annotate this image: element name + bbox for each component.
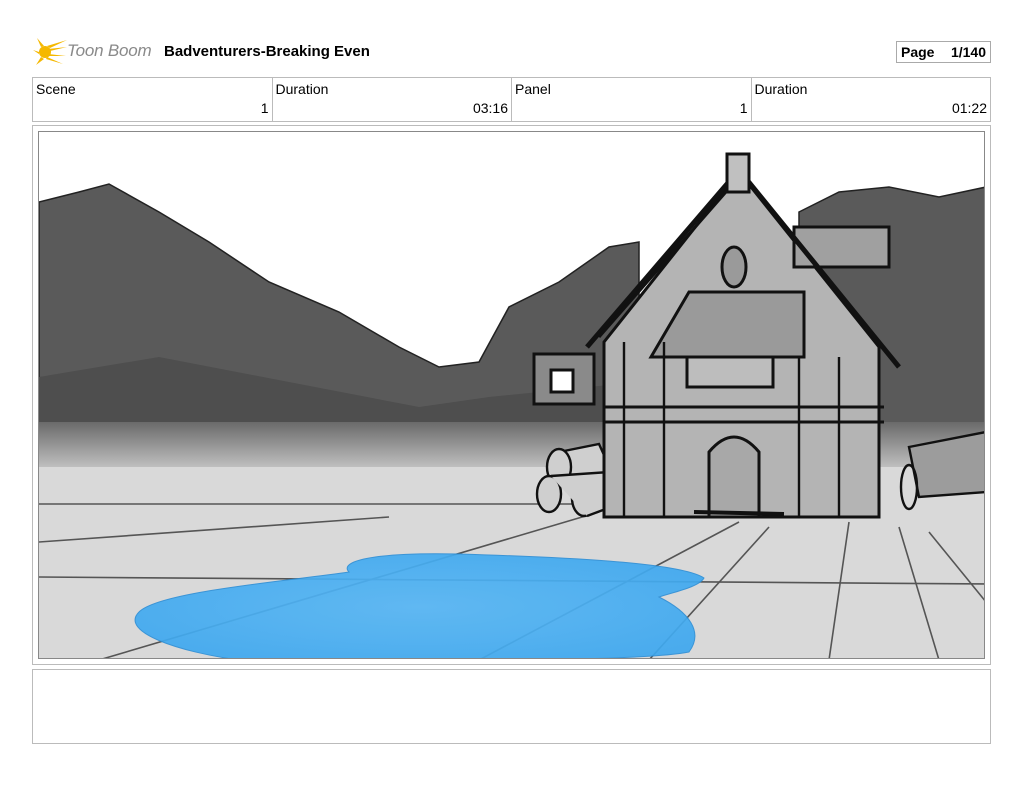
scene-duration-label: Duration bbox=[275, 81, 329, 97]
panel-notes-area bbox=[32, 669, 991, 744]
scene-cell: Scene 1 bbox=[33, 78, 273, 121]
shop-sign bbox=[532, 352, 596, 406]
page-indicator: Page 1/140 bbox=[896, 41, 991, 63]
scene-label: Scene bbox=[36, 81, 76, 97]
panel-duration-cell: Duration 01:22 bbox=[752, 78, 991, 121]
brand-name: Toon Boom bbox=[67, 41, 152, 60]
scene-info-table: Scene 1 Duration 03:16 Panel 1 Duration … bbox=[32, 77, 991, 122]
storyboard-panel-image bbox=[38, 131, 985, 659]
panel-value: 1 bbox=[739, 100, 748, 116]
panel-frame bbox=[32, 125, 991, 665]
scene-value: 1 bbox=[260, 100, 269, 116]
page-label: Page bbox=[901, 44, 935, 60]
panel-sketch bbox=[39, 132, 984, 658]
scene-duration-cell: Duration 03:16 bbox=[273, 78, 512, 121]
panel-cell: Panel 1 bbox=[512, 78, 752, 121]
document-title: Badventurers-Breaking Even bbox=[164, 43, 370, 60]
scene-duration-value: 03:16 bbox=[472, 100, 508, 116]
page-value: 1/140 bbox=[950, 44, 986, 60]
toon-boom-logo-icon bbox=[33, 38, 67, 65]
panel-duration-label: Duration bbox=[754, 81, 808, 97]
panel-label: Panel bbox=[515, 81, 551, 97]
panel-duration-value: 01:22 bbox=[951, 100, 987, 116]
storyboard-header: Toon Boom Badventurers-Breaking Even Pag… bbox=[33, 34, 991, 70]
